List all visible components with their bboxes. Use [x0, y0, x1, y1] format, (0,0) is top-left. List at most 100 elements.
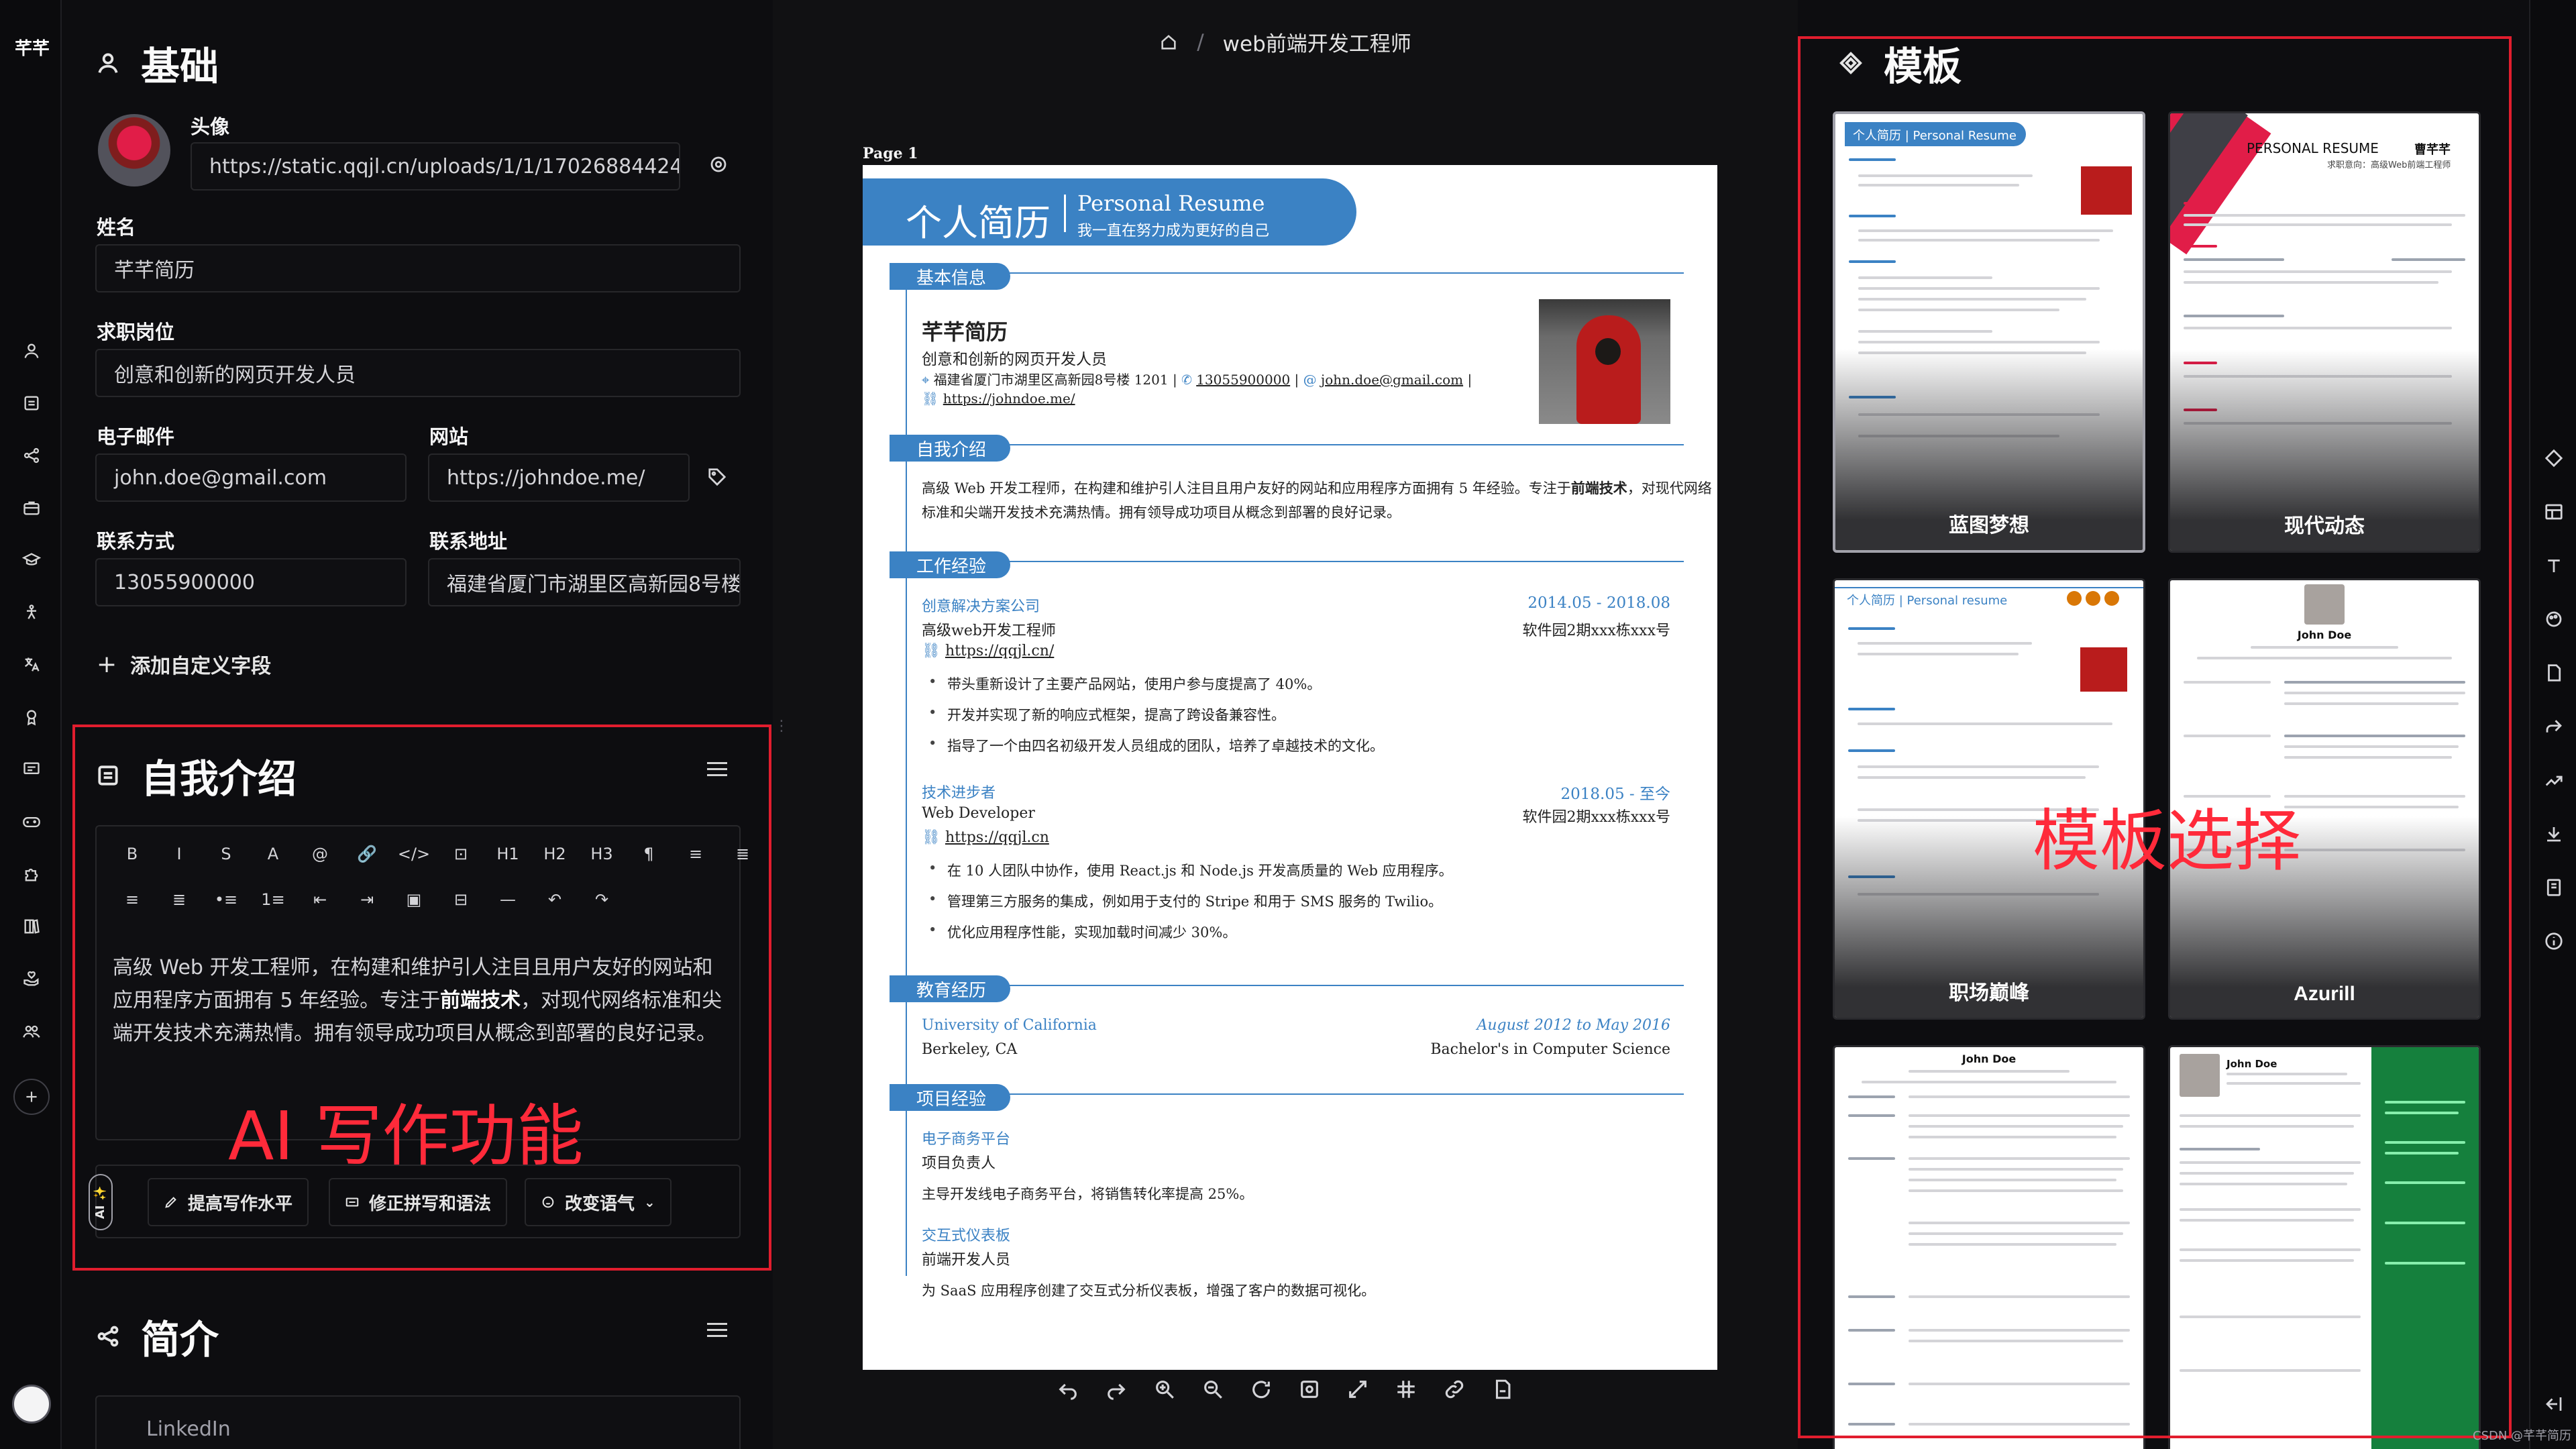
avatar-settings-icon[interactable] [708, 154, 729, 174]
app-logo[interactable]: 芊芊 [15, 35, 50, 60]
email-label: 电子邮件 [97, 425, 175, 448]
resume-banner: 个人简历 Personal Resume 我一直在努力成为更好的自己 [863, 178, 1356, 246]
work-date: 2014.05 - 2018.08 [1527, 594, 1670, 612]
work-link-text: https://qqjl.cn [945, 829, 1049, 846]
at-icon: @ [1303, 372, 1317, 388]
link-icon: ⛓ [922, 829, 941, 846]
notes-icon[interactable] [2544, 877, 2565, 899]
edu-school: University of California [922, 1017, 1097, 1034]
add-section-button[interactable] [13, 1079, 50, 1115]
layout-icon[interactable] [2544, 502, 2565, 523]
work-bullet: 指导了一个由四名初级开发人员组成的团队，培养了卓越技术的文化。 [928, 735, 1384, 755]
redo-icon[interactable] [1105, 1378, 1128, 1401]
section-summary: 自我介绍 [890, 435, 1011, 462]
pdf-icon[interactable] [1491, 1378, 1514, 1401]
add-custom-field-label: 添加自定义字段 [130, 655, 272, 678]
phone-label: 联系方式 [97, 530, 175, 553]
share-icon[interactable] [20, 444, 43, 467]
position-input[interactable]: 创意和创新的网页开发人员 [95, 349, 741, 397]
volunteer-icon[interactable] [20, 967, 43, 990]
banner-title-en: Personal Resume [1077, 191, 1265, 216]
breadcrumb: / web前端开发工程师 [773, 27, 1798, 57]
typography-icon[interactable] [2544, 555, 2565, 577]
location-icon: ⌖ [922, 372, 930, 388]
edu-date: August 2012 to May 2016 [1477, 1017, 1670, 1034]
phone-icon: ✆ [1181, 372, 1192, 388]
plus-icon: + [97, 650, 117, 678]
breadcrumb-separator: / [1197, 30, 1204, 54]
briefcase-icon[interactable] [20, 496, 43, 519]
work-date: 2018.05 - 至今 [1560, 786, 1670, 803]
work-link[interactable]: ⛓ https://qqjl.cn/ [922, 643, 1054, 659]
collapse-icon[interactable] [2544, 1394, 2565, 1415]
info-icon[interactable] [2544, 931, 2565, 953]
canvas-toolbar [773, 1378, 1798, 1401]
summary-icon[interactable] [20, 392, 43, 415]
profile-item-linkedin[interactable]: LinkedIn [95, 1395, 741, 1449]
ai-writing-highlight [72, 724, 771, 1271]
phone-input[interactable]: 13055900000 [95, 558, 407, 606]
avatar-preview[interactable] [98, 114, 170, 186]
home-icon[interactable] [1159, 33, 1178, 52]
award-icon[interactable] [20, 706, 43, 729]
work-link-text: https://qqjl.cn/ [945, 643, 1055, 659]
zoom-out-icon[interactable] [1201, 1378, 1224, 1401]
skills-icon[interactable] [20, 601, 43, 624]
section-work: 工作经验 [890, 551, 1011, 578]
basics-header: 基础 [95, 35, 219, 91]
link-icon: ⛓ [922, 390, 939, 407]
work-bullet: 管理第三方服务的集成，例如用于支付的 Stripe 和用于 SMS 服务的 Tw… [928, 891, 1442, 911]
avatar-url-input[interactable]: https://static.qqjl.cn/uploads/1/1/17026… [191, 142, 680, 191]
theme-icon[interactable] [2544, 609, 2565, 631]
tag-icon[interactable] [707, 467, 727, 487]
basics-title: 基础 [141, 44, 219, 89]
download-icon[interactable] [2544, 824, 2565, 845]
resume-photo [1539, 299, 1670, 424]
expand-icon[interactable] [1346, 1378, 1369, 1401]
left-icon-rail: 芊芊 [0, 0, 62, 1449]
website-input[interactable]: https://johndoe.me/ [428, 453, 690, 502]
gamepad-icon[interactable] [20, 810, 43, 833]
resume-url[interactable]: https://johndoe.me/ [943, 390, 1075, 407]
references-icon[interactable] [20, 1020, 43, 1042]
resume-email[interactable]: john.doe@gmail.com [1321, 372, 1463, 388]
zoom-in-icon[interactable] [1153, 1378, 1176, 1401]
user-avatar[interactable] [12, 1385, 51, 1424]
resume-phone[interactable]: 13055900000 [1196, 372, 1290, 388]
page-icon[interactable] [2544, 663, 2565, 684]
email-input[interactable]: john.doe@gmail.com [95, 453, 407, 502]
resume-name: 芊芊简历 [922, 319, 1008, 345]
grid-icon[interactable] [1395, 1378, 1417, 1401]
puzzle-icon[interactable] [20, 863, 43, 885]
reset-zoom-icon[interactable] [1250, 1378, 1273, 1401]
statistics-icon[interactable] [2544, 770, 2565, 792]
add-custom-field-button[interactable]: + 添加自定义字段 [97, 649, 271, 679]
resume-title: web前端开发工程师 [1222, 32, 1411, 56]
project-desc: 主导开发线电子商务平台，将销售转化率提高 25%。 [922, 1186, 1254, 1202]
left-resize-handle[interactable]: ⋮ [774, 718, 789, 735]
profiles-menu-icon[interactable] [707, 1323, 727, 1339]
center-icon[interactable] [1298, 1378, 1321, 1401]
share-icon[interactable] [2544, 716, 2565, 738]
work-link[interactable]: ⛓ https://qqjl.cn [922, 829, 1049, 846]
edu-city: Berkeley, CA [922, 1041, 1018, 1058]
address-input[interactable]: 福建省厦门市湖里区高新园8号楼 [428, 558, 741, 606]
website-label: 网站 [429, 425, 469, 448]
section-education: 教育经历 [890, 975, 1011, 1002]
work-bullet: 开发并实现了新的响应式框架，提高了跨设备兼容性。 [928, 704, 1285, 724]
template-icon[interactable] [2544, 448, 2565, 470]
summary-part: 高级 Web 开发工程师，在构建和维护引人注目且用户友好的网站和应用程序方面拥有… [922, 480, 1571, 496]
certificate-icon[interactable] [20, 758, 43, 781]
undo-icon[interactable] [1057, 1378, 1079, 1401]
user-icon[interactable] [20, 339, 43, 362]
watermark: CSDN @芊芊简历 [2473, 1429, 2572, 1443]
language-icon[interactable] [20, 653, 43, 676]
page-label: Page 1 [863, 145, 918, 162]
book-icon[interactable] [20, 915, 43, 938]
work-company: 创意解决方案公司 [922, 598, 1040, 615]
link-icon[interactable] [1443, 1378, 1466, 1401]
right-icon-rail [2529, 0, 2576, 1449]
name-input[interactable]: 芊芊简历 [95, 244, 741, 292]
education-icon[interactable] [20, 549, 43, 572]
work-company: 技术进步者 [922, 785, 996, 802]
